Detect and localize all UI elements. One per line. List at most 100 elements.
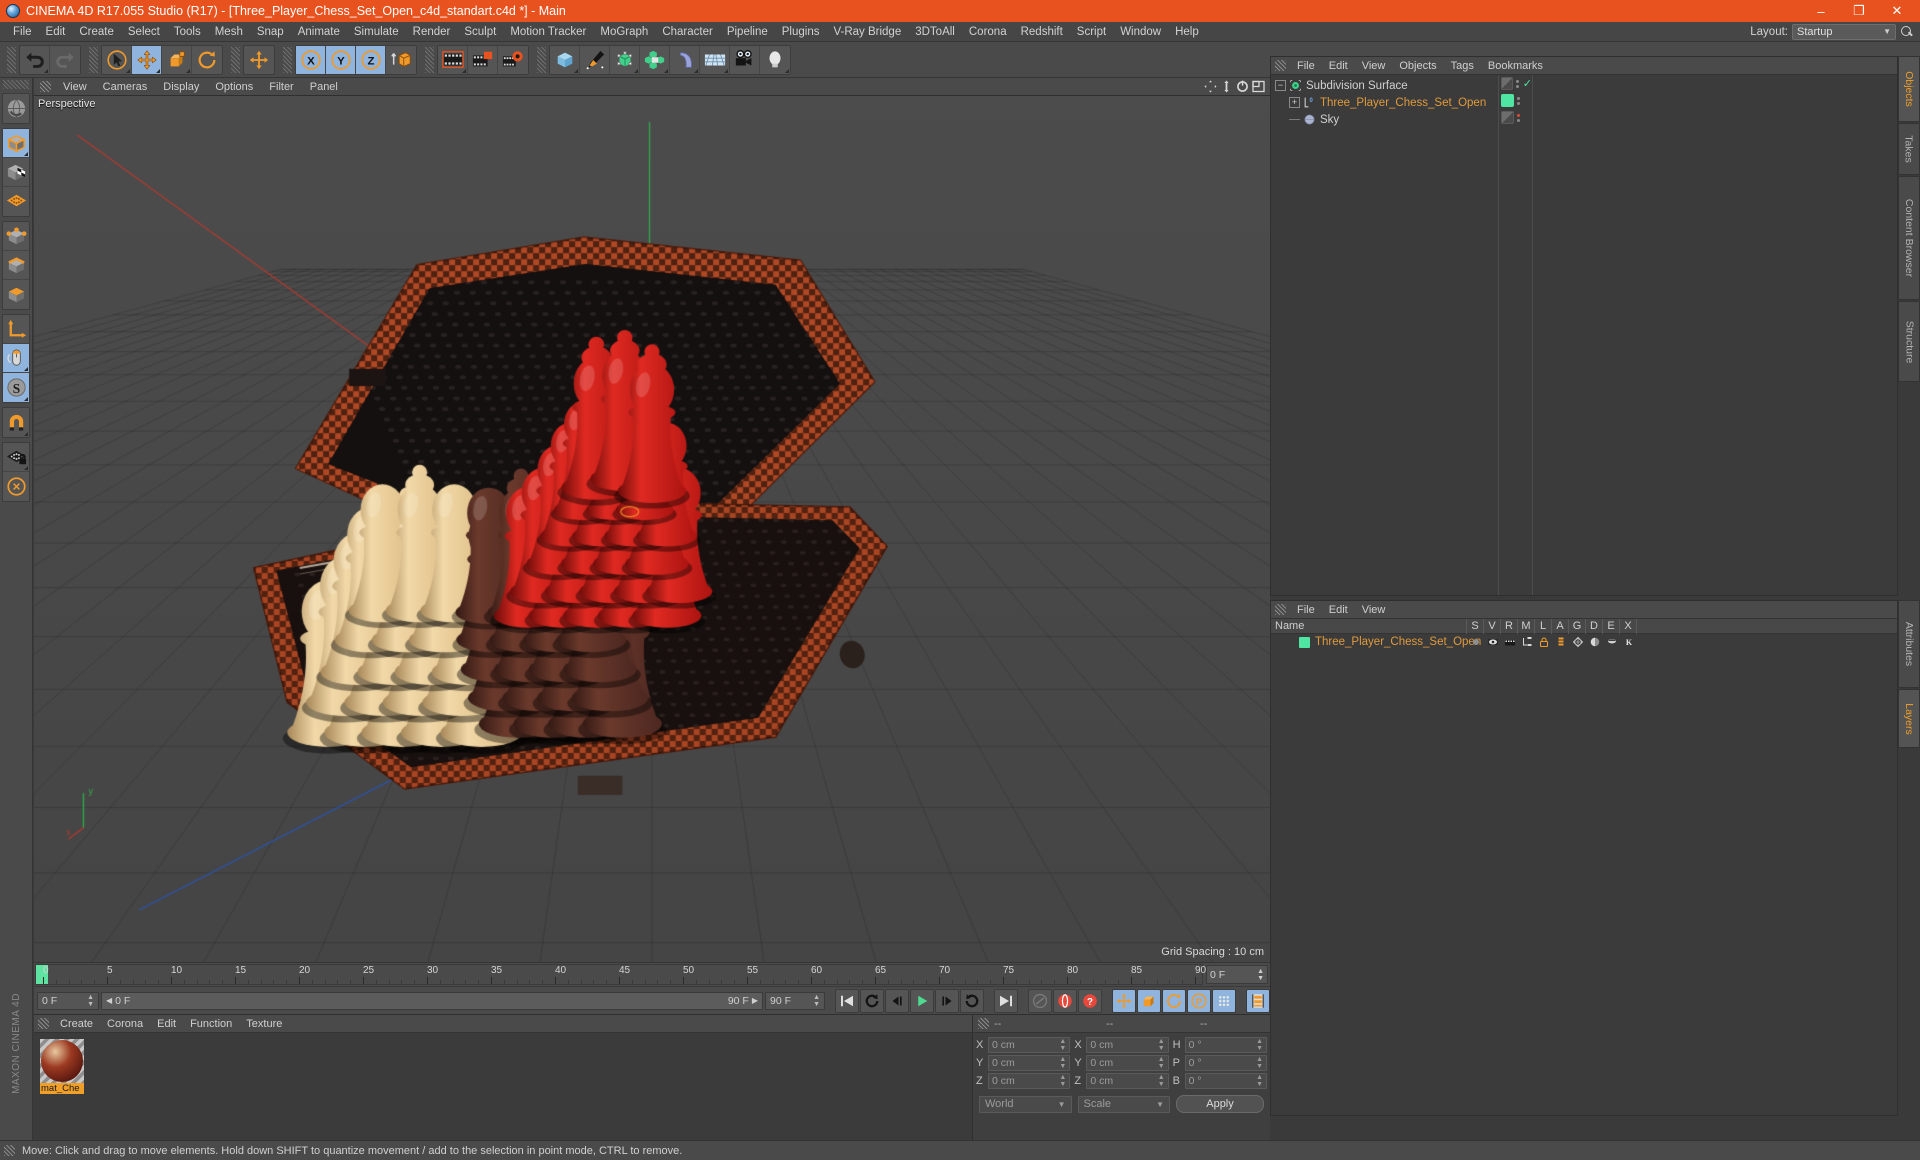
world-coordinate-button[interactable]	[386, 46, 416, 74]
layer-column-x[interactable]: X	[1620, 618, 1637, 634]
menu-item-motion-tracker[interactable]: Motion Tracker	[503, 22, 593, 42]
spinner-icon[interactable]: ▲ ▼	[1158, 1056, 1165, 1070]
coordinate-size-input[interactable]: 0 cm ▲ ▼	[1086, 1037, 1169, 1053]
menu-item-redshift[interactable]: Redshift	[1014, 22, 1070, 42]
spinner-icon[interactable]: ▲ ▼	[813, 994, 820, 1008]
bend-deformer-button[interactable]	[670, 45, 700, 74]
layer-column-d[interactable]: D	[1586, 618, 1603, 634]
spinner-icon[interactable]: ▲ ▼	[1257, 968, 1264, 982]
undo-button[interactable]	[20, 45, 50, 74]
move-button[interactable]	[132, 45, 162, 74]
side-tab-layers[interactable]: Layers	[1898, 689, 1920, 749]
dolly-view-icon[interactable]	[1220, 80, 1233, 93]
rotate-button[interactable]	[192, 46, 222, 74]
flyout-corner-icon[interactable]	[44, 68, 48, 73]
key-rotation-button[interactable]	[1162, 988, 1186, 1013]
menu-item-3dtoall[interactable]: 3DToAll	[908, 22, 962, 42]
viewport-solo-button[interactable]	[3, 344, 29, 373]
frame-end-field[interactable]: 90 F ▲ ▼	[765, 991, 825, 1010]
panel-grip-icon[interactable]	[1275, 60, 1286, 71]
menu-item-select[interactable]: Select	[121, 22, 167, 42]
key-position-button[interactable]	[1112, 988, 1136, 1013]
camera-button[interactable]	[730, 45, 760, 74]
generator-button[interactable]	[610, 45, 640, 74]
flyout-corner-icon[interactable]	[574, 68, 578, 73]
autokey-record-button[interactable]	[1028, 988, 1052, 1013]
viewport-menu-options[interactable]: Options	[207, 78, 261, 96]
material-menu-create[interactable]: Create	[53, 1015, 100, 1033]
layer-menu-edit[interactable]: Edit	[1322, 601, 1355, 619]
spinner-icon[interactable]: ▲ ▼	[1158, 1074, 1165, 1088]
menu-item-corona[interactable]: Corona	[962, 22, 1014, 42]
minimize-button[interactable]: –	[1802, 0, 1840, 22]
polygons-mode-button[interactable]	[3, 280, 29, 309]
side-tab-attributes[interactable]: Attributes	[1898, 600, 1920, 688]
material-item[interactable]: mat_Che	[40, 1039, 84, 1094]
render-settings-button[interactable]	[498, 46, 528, 74]
object-color-swatch[interactable]	[1501, 111, 1514, 124]
keyframe-selection-button[interactable]: ?	[1078, 988, 1102, 1013]
snap-lock-button[interactable]	[3, 443, 29, 472]
panel-grip-icon[interactable]	[40, 81, 51, 92]
flyout-corner-icon[interactable]	[785, 68, 789, 73]
pen-spline-button[interactable]	[580, 45, 610, 74]
next-key-button[interactable]	[960, 988, 984, 1013]
toolbar-grip-icon[interactable]	[283, 46, 292, 73]
viewport-menu-filter[interactable]: Filter	[261, 78, 301, 96]
panel-grip-icon[interactable]	[38, 1018, 49, 1029]
close-button[interactable]: ✕	[1878, 0, 1916, 22]
layer-column-l[interactable]: L	[1535, 618, 1552, 634]
toolbar-grip-icon[interactable]	[425, 46, 434, 73]
menu-item-simulate[interactable]: Simulate	[347, 22, 406, 42]
menu-item-script[interactable]: Script	[1070, 22, 1113, 42]
coordinate-rot-input[interactable]: 0 ° ▲ ▼	[1184, 1037, 1267, 1053]
step-forward-button[interactable]	[935, 988, 959, 1013]
chevron-right-icon[interactable]: ▶	[752, 996, 758, 1005]
environment-button[interactable]	[700, 45, 730, 74]
expander-toggle-icon[interactable]: −	[1275, 80, 1286, 91]
material-preview-icon[interactable]	[40, 1039, 84, 1083]
material-menu-edit[interactable]: Edit	[150, 1015, 183, 1033]
timeline-mode-button[interactable]	[1246, 988, 1270, 1013]
viewport-3d[interactable]: Perspective Grid Spacing : 10 cm	[34, 96, 1270, 962]
coordinate-pos-input[interactable]: 0 cm ▲ ▼	[988, 1037, 1071, 1053]
pan-view-icon[interactable]	[1204, 80, 1217, 93]
apply-button[interactable]: Apply	[1176, 1095, 1264, 1113]
layer-column-r[interactable]: R	[1501, 618, 1518, 634]
flyout-corner-icon[interactable]	[24, 466, 28, 470]
layer-name[interactable]: Three_Player_Chess_Set_Open	[1315, 636, 1481, 648]
x-axis-button[interactable]: X	[296, 45, 326, 74]
flyout-corner-icon[interactable]	[724, 68, 728, 73]
flyout-corner-icon[interactable]	[24, 152, 28, 156]
flyout-corner-icon[interactable]	[24, 367, 28, 371]
redo-button[interactable]	[50, 46, 80, 74]
z-axis-button[interactable]: Z	[356, 45, 386, 74]
menu-item-animate[interactable]: Animate	[291, 22, 347, 42]
panel-grip-icon[interactable]	[1275, 604, 1286, 615]
shadow-tag-icon[interactable]	[1586, 636, 1603, 648]
menu-item-edit[interactable]: Edit	[39, 22, 73, 42]
object-name[interactable]: Three_Player_Chess_Set_Open	[1320, 97, 1486, 109]
menu-item-character[interactable]: Character	[655, 22, 720, 42]
key-parameter-button[interactable]: P	[1187, 988, 1211, 1013]
texture-mode-button[interactable]	[3, 158, 29, 187]
spinner-icon[interactable]: ▲ ▼	[1158, 1038, 1165, 1052]
object-menu-view[interactable]: View	[1355, 57, 1393, 75]
magnet-button[interactable]	[3, 408, 29, 437]
object-menu-objects[interactable]: Objects	[1392, 57, 1443, 75]
menu-item-sculpt[interactable]: Sculpt	[457, 22, 503, 42]
menu-item-create[interactable]: Create	[72, 22, 121, 42]
object-row[interactable]: − Subdivision Surface	[1271, 77, 1498, 94]
rotate-view-icon[interactable]	[1236, 80, 1249, 93]
cube-primitive-button[interactable]	[550, 45, 580, 74]
material-menu-texture[interactable]: Texture	[239, 1015, 289, 1033]
side-tab-content-browser[interactable]: Content Browser	[1898, 176, 1920, 301]
layer-menu-file[interactable]: File	[1290, 601, 1322, 619]
spinner-icon[interactable]: ▲ ▼	[1059, 1074, 1066, 1088]
object-color-swatch[interactable]	[1501, 94, 1514, 107]
light-button[interactable]	[760, 46, 790, 74]
viewport-menu-panel[interactable]: Panel	[302, 78, 346, 96]
previous-key-button[interactable]	[860, 988, 884, 1013]
visibility-dots[interactable]	[1515, 79, 1519, 88]
y-axis-button[interactable]: Y	[326, 45, 356, 74]
